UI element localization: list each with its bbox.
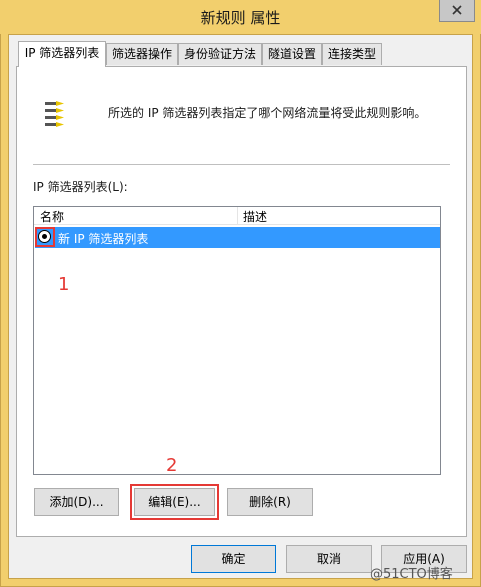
column-separator[interactable] [237, 207, 238, 225]
column-header-name[interactable]: 名称 [40, 208, 64, 225]
annotation-label-1: 1 [58, 274, 70, 295]
column-header-description[interactable]: 描述 [243, 208, 267, 225]
tab-ip-filter-list[interactable]: IP 筛选器列表 [18, 41, 106, 67]
watermark: @51CTO博客 [370, 567, 453, 582]
filter-list-label: IP 筛选器列表(L): [33, 180, 128, 194]
close-button[interactable] [439, 0, 475, 22]
window-title: 新规则 属性 [200, 9, 281, 27]
cancel-button[interactable]: 取消 [286, 545, 372, 573]
tab-filter-action[interactable]: 筛选器操作 [106, 43, 178, 65]
filter-list-icon [45, 101, 64, 127]
divider [33, 164, 450, 165]
annotation-highlight-radio [35, 227, 55, 247]
panel-description: 所选的 IP 筛选器列表指定了哪个网络流量将受此规则影响。 [108, 106, 427, 120]
delete-button[interactable]: 删除(R) [227, 488, 313, 516]
tab-tunnel-settings[interactable]: 隧道设置 [262, 43, 322, 65]
annotation-label-2: 2 [166, 455, 178, 476]
tab-authentication-methods[interactable]: 身份验证方法 [178, 43, 262, 65]
close-icon [452, 5, 462, 15]
add-button[interactable]: 添加(D)... [34, 488, 119, 516]
list-item-name: 新 IP 筛选器列表 [58, 232, 149, 246]
edit-button[interactable]: 编辑(E)... [134, 488, 215, 516]
tab-connection-type[interactable]: 连接类型 [322, 43, 382, 65]
ok-button[interactable]: 确定 [191, 545, 276, 573]
